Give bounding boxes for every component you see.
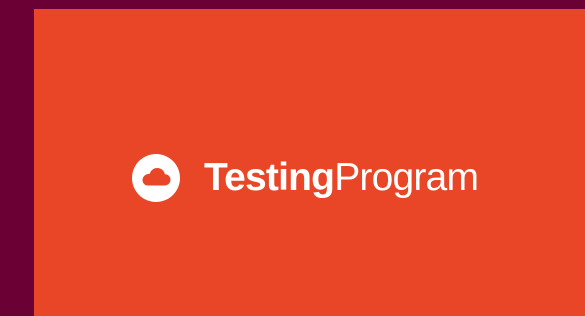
app-name-bold: Testing [204,156,335,199]
cloud-icon [132,154,180,202]
splash-screen: TestingProgram [34,9,585,316]
app-name-regular: Program [334,156,479,199]
app-name: TestingProgram [204,154,479,202]
app-logo: TestingProgram [132,154,479,202]
